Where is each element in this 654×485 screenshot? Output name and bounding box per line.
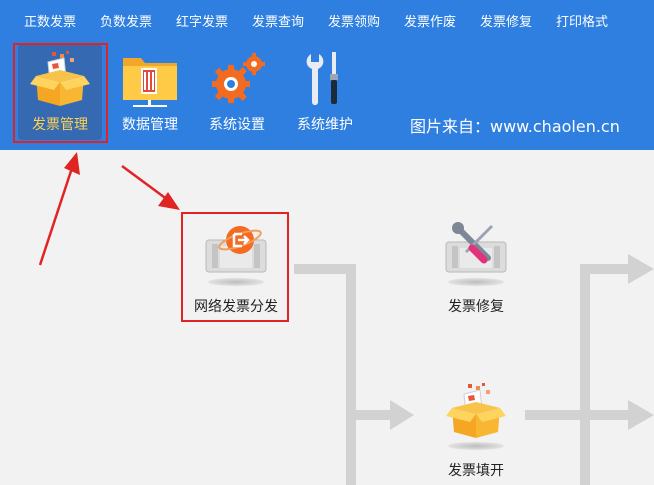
menu-item-invoice-void[interactable]: 发票作废 bbox=[404, 11, 456, 30]
highlight-box-invoice-management bbox=[13, 43, 108, 143]
menu-item-invoice-repair[interactable]: 发票修复 bbox=[480, 11, 532, 30]
flow-node-invoice-issue[interactable]: 发票填开 bbox=[424, 380, 528, 485]
tool-label: 系统设置 bbox=[209, 117, 265, 133]
folder-data-icon bbox=[119, 50, 181, 108]
highlight-box-network-dispatch bbox=[181, 212, 289, 322]
annotation-arrow-line-1 bbox=[38, 167, 74, 266]
connector-horizontal-3 bbox=[525, 410, 585, 420]
connector-vertical-2 bbox=[580, 264, 590, 485]
tool-label: 数据管理 bbox=[122, 117, 178, 133]
repair-tools-icon bbox=[444, 222, 508, 274]
connector-horizontal-5 bbox=[590, 410, 630, 420]
menu-item-invoice-query[interactable]: 发票查询 bbox=[252, 11, 304, 30]
flow-node-label: 发票修复 bbox=[448, 299, 504, 315]
menu-item-negative-invoice[interactable]: 负数发票 bbox=[100, 11, 152, 30]
annotation-arrowhead-1 bbox=[64, 152, 80, 175]
flow-node-label: 发票填开 bbox=[448, 463, 504, 479]
tool-system-settings[interactable]: 系统设置 bbox=[200, 44, 274, 140]
connector-horizontal-1 bbox=[294, 264, 356, 274]
menu-item-positive-invoice[interactable]: 正数发票 bbox=[24, 11, 76, 30]
menu-item-print-format[interactable]: 打印格式 bbox=[556, 11, 608, 30]
wrench-screwdriver-icon bbox=[303, 50, 347, 108]
flow-node-invoice-repair[interactable]: 发票修复 bbox=[424, 214, 528, 322]
connector-horizontal-4 bbox=[590, 264, 630, 274]
gears-icon bbox=[207, 50, 267, 108]
tool-system-maintenance[interactable]: 系统维护 bbox=[288, 44, 362, 140]
connector-arrow-2 bbox=[628, 254, 654, 284]
connector-arrow-3 bbox=[628, 400, 654, 430]
watermark-text: 图片来自：www.chaolen.cn bbox=[410, 117, 620, 136]
tool-label: 系统维护 bbox=[297, 117, 353, 133]
tool-data-management[interactable]: 数据管理 bbox=[112, 44, 188, 140]
connector-arrow-1 bbox=[390, 400, 414, 430]
icon-shadow bbox=[448, 442, 504, 450]
menu-item-red-invoice[interactable]: 红字发票 bbox=[176, 11, 228, 30]
annotation-arrow-line-2 bbox=[121, 164, 169, 202]
menu-item-invoice-purchase[interactable]: 发票领购 bbox=[328, 11, 380, 30]
icon-shadow bbox=[448, 278, 504, 286]
invoice-box-icon bbox=[444, 382, 508, 440]
app-header: 正数发票 负数发票 红字发票 发票查询 发票领购 发票作废 发票修复 打印格式 bbox=[0, 0, 654, 150]
connector-horizontal-2 bbox=[356, 410, 392, 420]
menu-bar: 正数发票 负数发票 红字发票 发票查询 发票领购 发票作废 发票修复 打印格式 bbox=[0, 0, 654, 38]
connector-vertical-1 bbox=[346, 264, 356, 485]
annotation-arrowhead-2 bbox=[158, 192, 180, 210]
